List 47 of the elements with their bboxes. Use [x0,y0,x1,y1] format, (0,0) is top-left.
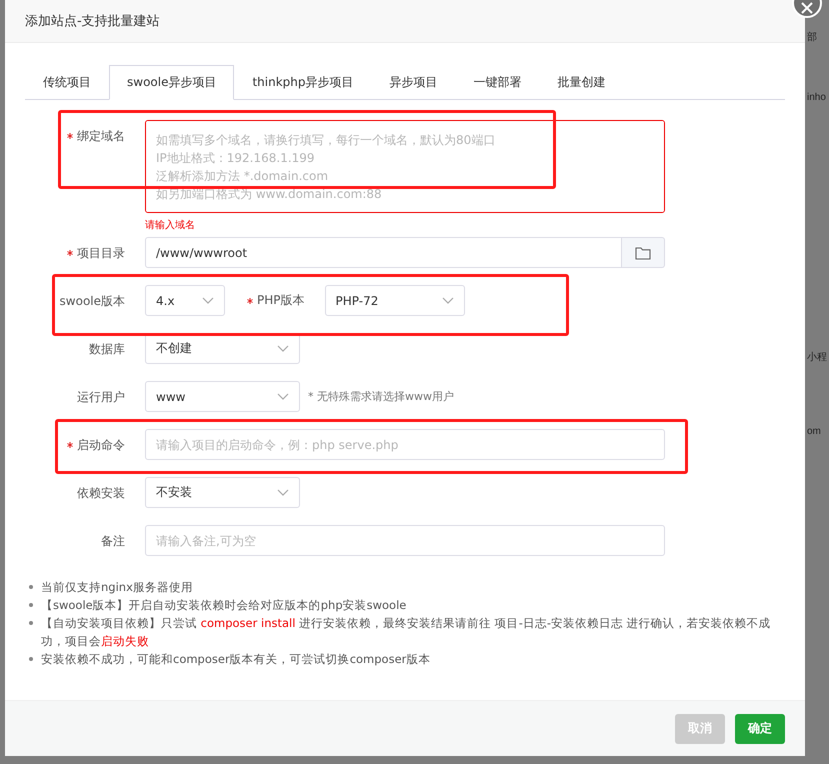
path-field[interactable]: /www/wwwroot [145,237,622,268]
tab[interactable]: 异步项目 [372,65,456,100]
dropdown-select[interactable]: www [145,381,300,412]
note-text: 当前仅支持nginx服务器使用 [41,579,193,596]
tab[interactable]: 批量创建 [540,65,624,100]
tab[interactable]: 传统项目 [25,65,109,100]
hint-text: * 无特殊需求请选择www用户 [308,389,454,404]
version-select[interactable]: 4.x [145,285,225,316]
background-text: 部 [807,30,817,44]
bullet-icon [29,603,33,607]
chevron-down-icon [277,392,289,400]
chevron-down-icon [277,344,289,352]
dialog-title: 添加站点-支持批量建站 [25,13,160,30]
bullet-icon [29,585,33,589]
tab[interactable]: 一键部署 [456,65,540,100]
background-text: om [807,426,821,437]
field-label: 数据库 [89,340,125,356]
chevron-down-icon [442,296,454,304]
domain-field[interactable]: 如需填写多个域名，请换行填写，每行一个域名，默认为80端口 IP地址格式：192.168.1.199 泛解析添加方法 *.domain.com 如另加端口格式为 www.domain.com:88 [145,120,665,213]
note-text: 安装依赖不成功，可能和composer版本有关，可尝试切换composer版本 [41,651,430,668]
folder-button[interactable] [622,237,665,268]
dropdown-select[interactable]: 不安装 [145,477,300,508]
background-text: inho [807,92,826,103]
note-text: 【swoole版本】开启自动安装依赖时会给对应版本的php安装swoole [41,597,406,614]
input-field[interactable]: 请输入项目的启动命令，例：php serve.php [145,429,665,460]
dropdown-select[interactable]: 不创建 [145,333,300,364]
input-field[interactable]: 请输入备注,可为空 [145,525,665,556]
bullet-icon [29,657,33,661]
field-label: PHP版本 [257,292,304,309]
bullet-icon [29,621,33,625]
php-select[interactable]: PHP-72 [324,285,464,316]
tab[interactable]: thinkphp异步项目 [234,65,372,100]
field-label: 项目目录 [77,244,125,260]
field-label: 依赖安装 [77,484,125,500]
folder-icon [635,246,651,260]
background-text: 小程 [807,350,827,364]
tab[interactable]: swoole异步项目 [109,65,234,100]
error-message: 请输入域名 [145,220,195,232]
note-text: 【自动安装项目依赖】只尝试 composer install 进行安装依赖，最终安装结果请前往 项目-日志-安装依赖日志 进行确认，若安装依赖不成功，项目会启动失败 [41,615,772,650]
field-label: 绑定域名 [77,128,125,144]
field-label: swoole版本 [60,292,125,308]
close-icon [800,1,814,15]
field-label: 备注 [101,532,125,548]
field-label: 启动命令 [77,436,125,452]
chevron-down-icon [277,488,289,496]
chevron-down-icon [202,296,214,304]
field-label: 运行用户 [77,388,125,404]
